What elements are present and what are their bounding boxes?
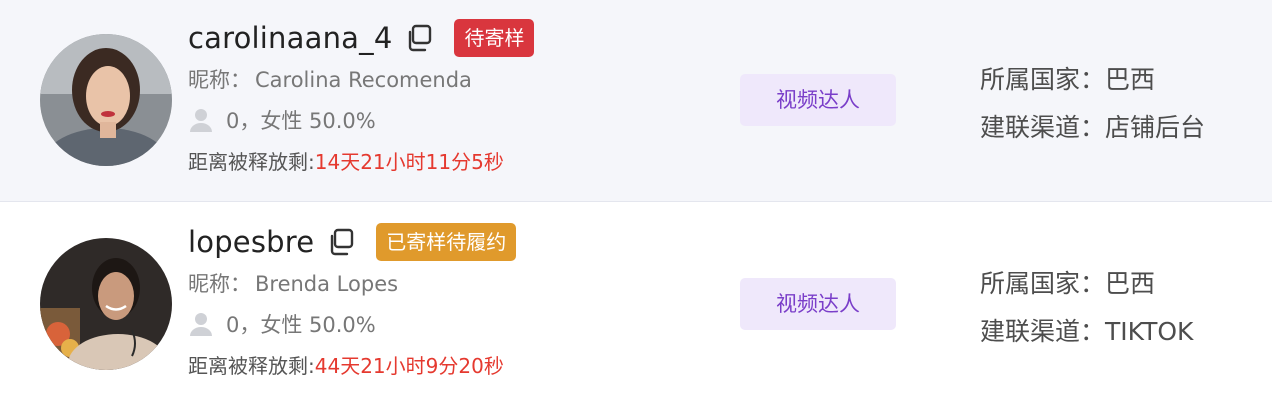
creator-type-tag[interactable]: 视频达人 — [740, 278, 896, 330]
channel-label: 建联渠道： — [980, 317, 1106, 346]
fans-info: 0，女性 50.0% — [188, 310, 376, 338]
nickname-value: Carolina Recomenda — [255, 68, 472, 92]
creator-type-tag[interactable]: 视频达人 — [740, 74, 896, 126]
country-value: 巴西 — [1105, 65, 1156, 94]
status-badge: 待寄样 — [454, 19, 535, 57]
countdown-label: 距离被释放剩: — [188, 150, 315, 174]
person-icon — [188, 311, 214, 337]
username-line: lopesbre 已寄样待履约 — [188, 222, 517, 262]
nickname-label: 昵称： — [188, 272, 251, 296]
fans-info: 0，女性 50.0% — [188, 106, 376, 134]
copy-icon[interactable] — [326, 227, 356, 257]
channel-label: 建联渠道： — [980, 113, 1106, 142]
copy-icon[interactable] — [404, 23, 434, 53]
avatar[interactable] — [40, 34, 172, 166]
countdown-time: 14天21小时11分5秒 — [314, 150, 504, 174]
country-label: 所属国家： — [980, 65, 1106, 94]
nickname: 昵称： Brenda Lopes — [188, 268, 398, 298]
avatar-image — [40, 238, 172, 370]
country-value: 巴西 — [1105, 269, 1156, 298]
username[interactable]: lopesbre — [188, 225, 314, 259]
channel-info: 建联渠道：店铺后台 — [980, 108, 1205, 144]
channel-value: TIKTOK — [1105, 317, 1194, 346]
countdown-label: 距离被释放剩: — [188, 354, 315, 378]
country-info: 所属国家：巴西 — [980, 60, 1155, 96]
nickname-label: 昵称： — [188, 68, 251, 92]
release-countdown: 距离被释放剩:44天21小时9分20秒 — [188, 350, 504, 379]
avatar-image — [40, 34, 172, 166]
nickname: 昵称： Carolina Recomenda — [188, 64, 472, 94]
country-label: 所属国家： — [980, 269, 1106, 298]
person-icon — [188, 107, 214, 133]
username[interactable]: carolinaana_4 — [188, 21, 392, 55]
channel-value: 店铺后台 — [1105, 113, 1206, 142]
countdown-time: 44天21小时9分20秒 — [314, 354, 504, 378]
release-countdown: 距离被释放剩:14天21小时11分5秒 — [188, 146, 504, 175]
avatar[interactable] — [40, 238, 172, 370]
channel-info: 建联渠道：TIKTOK — [980, 312, 1193, 348]
creator-row: lopesbre 已寄样待履约 昵称： Brenda Lopes 0，女性 50.… — [0, 204, 1272, 406]
fans-text: 0，女性 50.0% — [226, 313, 376, 337]
nickname-value: Brenda Lopes — [255, 272, 399, 296]
fans-text: 0，女性 50.0% — [226, 109, 376, 133]
status-badge: 已寄样待履约 — [376, 223, 517, 261]
country-info: 所属国家：巴西 — [980, 264, 1155, 300]
username-line: carolinaana_4 待寄样 — [188, 18, 535, 58]
creator-row: carolinaana_4 待寄样 昵称： Carolina Recomenda … — [0, 0, 1272, 202]
